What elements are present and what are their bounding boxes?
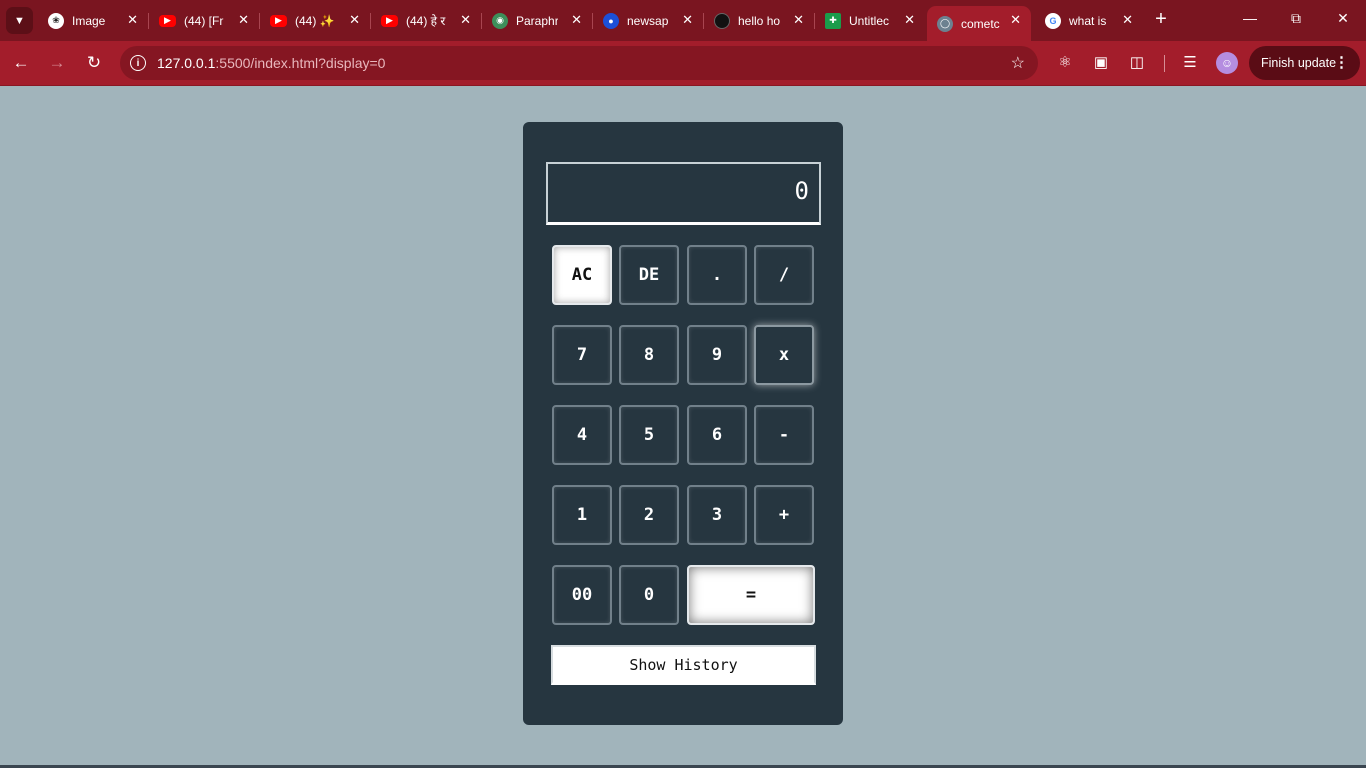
zero-button[interactable]: 0 [619, 565, 679, 625]
finish-update-button[interactable]: Finish update ⋮ [1249, 46, 1360, 80]
close-icon[interactable]: ✕ [127, 12, 138, 28]
news-icon: ● [603, 12, 619, 29]
one-button[interactable]: 1 [552, 485, 612, 545]
delete-button[interactable]: DE [619, 245, 679, 305]
tab-title: hello ho [738, 13, 780, 28]
globe-icon: ◯ [937, 15, 953, 32]
tab-what-is[interactable]: G what is ✕ [1035, 6, 1143, 35]
profile-avatar[interactable]: ☺ [1216, 52, 1238, 74]
tab-hello[interactable]: hello ho ✕ [704, 6, 815, 35]
minus-button[interactable]: - [754, 405, 814, 465]
react-devtools-icon[interactable]: ⚛ [1055, 53, 1075, 73]
close-icon[interactable]: ✕ [1122, 12, 1133, 28]
close-icon[interactable]: ✕ [793, 12, 804, 28]
url-path: :5500/index.html?display=0 [215, 55, 386, 71]
equals-button[interactable]: = [687, 565, 815, 625]
toolbar-divider [1164, 55, 1165, 72]
browser-toolbar: ← → ↻ i 127.0.0.1:5500/index.html?displa… [0, 41, 1366, 86]
tab-title: Paraphr [516, 13, 558, 28]
calculator-panel: 0 AC DE . / 7 8 9 x 4 5 6 - 1 2 3 + 00 0… [523, 122, 843, 725]
nine-button[interactable]: 9 [687, 325, 747, 385]
hello-icon [714, 12, 730, 29]
url-host: 127.0.0.1 [157, 55, 216, 71]
tab-title: (44) हे र [406, 14, 446, 28]
tab-paraphrase[interactable]: ◉ Paraphr ✕ [482, 6, 593, 35]
decimal-button[interactable]: . [687, 245, 747, 305]
tab-youtube-3[interactable]: ▶ (44) हे र ✕ [371, 6, 482, 35]
tab-youtube-1[interactable]: ▶ (44) [Fr ✕ [149, 6, 260, 35]
seven-button[interactable]: 7 [552, 325, 612, 385]
new-tab-button[interactable]: + [1150, 9, 1172, 31]
tab-untitled[interactable]: ✚ Untitlec ✕ [815, 6, 925, 35]
tab-image[interactable]: ❀ Image ✕ [38, 6, 149, 35]
ac-button[interactable]: AC [552, 245, 612, 305]
eight-button[interactable]: 8 [619, 325, 679, 385]
tab-title: (44) ✨ [295, 13, 335, 28]
back-arrow-icon[interactable]: ← [9, 51, 33, 75]
close-icon[interactable]: ✕ [571, 12, 582, 28]
six-button[interactable]: 6 [687, 405, 747, 465]
tab-youtube-2[interactable]: ▶ (44) ✨ ✕ [260, 6, 371, 35]
plus-button[interactable]: + [754, 485, 814, 545]
close-icon[interactable]: ✕ [349, 12, 360, 28]
four-button[interactable]: 4 [552, 405, 612, 465]
media-queue-icon[interactable]: ☰ [1180, 53, 1200, 73]
url-text[interactable]: 127.0.0.1:5500/index.html?display=0 [157, 55, 385, 71]
multiply-button[interactable]: x [754, 325, 814, 385]
chatgpt-icon: ❀ [48, 12, 64, 29]
extension-square-icon[interactable]: ▣ [1091, 53, 1111, 73]
more-menu-icon[interactable]: ⋮ [1334, 53, 1349, 71]
reload-icon[interactable]: ↻ [82, 51, 106, 75]
close-icon[interactable]: ✕ [460, 12, 471, 28]
close-icon[interactable]: ✕ [238, 12, 249, 28]
bookmark-star-icon[interactable]: ☆ [1011, 53, 1025, 73]
google-icon: G [1045, 12, 1061, 29]
tab-strip: ▼ ❀ Image ✕ ▶ (44) [Fr ✕ ▶ (44) ✨ ✕ ▶ (4… [0, 0, 1366, 41]
tab-newsapi[interactable]: ● newsap ✕ [593, 6, 704, 35]
tab-title: cometc [961, 16, 1000, 31]
calculator-display: 0 [546, 162, 821, 225]
restore-icon[interactable]: ⧉ [1286, 10, 1306, 27]
divide-button[interactable]: / [754, 245, 814, 305]
address-bar[interactable]: i 127.0.0.1:5500/index.html?display=0 ☆ [120, 46, 1038, 80]
show-history-button[interactable]: Show History [551, 645, 816, 685]
close-icon[interactable]: ✕ [682, 12, 693, 28]
tab-title: newsap [627, 13, 669, 28]
window-close-icon[interactable]: ✕ [1333, 10, 1353, 27]
tab-cometc-active[interactable]: ◯ cometc ✕ [927, 6, 1031, 41]
double-zero-button[interactable]: 00 [552, 565, 612, 625]
minimize-icon[interactable]: — [1240, 10, 1260, 26]
site-info-icon[interactable]: i [130, 55, 146, 71]
youtube-icon: ▶ [270, 14, 287, 27]
bot-icon: ◉ [492, 12, 508, 29]
close-icon[interactable]: ✕ [904, 12, 915, 28]
youtube-icon: ▶ [159, 14, 176, 27]
extensions-puzzle-icon[interactable]: ◫ [1127, 53, 1147, 73]
youtube-icon: ▶ [381, 14, 398, 27]
close-icon[interactable]: ✕ [1010, 12, 1021, 28]
tab-title: (44) [Fr [184, 13, 224, 28]
tab-title: Image [72, 13, 106, 28]
five-button[interactable]: 5 [619, 405, 679, 465]
chevron-down-icon: ▼ [14, 14, 25, 27]
sheets-icon: ✚ [825, 12, 841, 29]
three-button[interactable]: 3 [687, 485, 747, 545]
forward-arrow-icon[interactable]: → [45, 51, 69, 75]
tab-search-button[interactable]: ▼ [6, 7, 33, 34]
two-button[interactable]: 2 [619, 485, 679, 545]
finish-update-label: Finish update [1261, 56, 1337, 70]
tab-title: what is [1069, 13, 1107, 28]
tab-title: Untitlec [849, 13, 890, 28]
